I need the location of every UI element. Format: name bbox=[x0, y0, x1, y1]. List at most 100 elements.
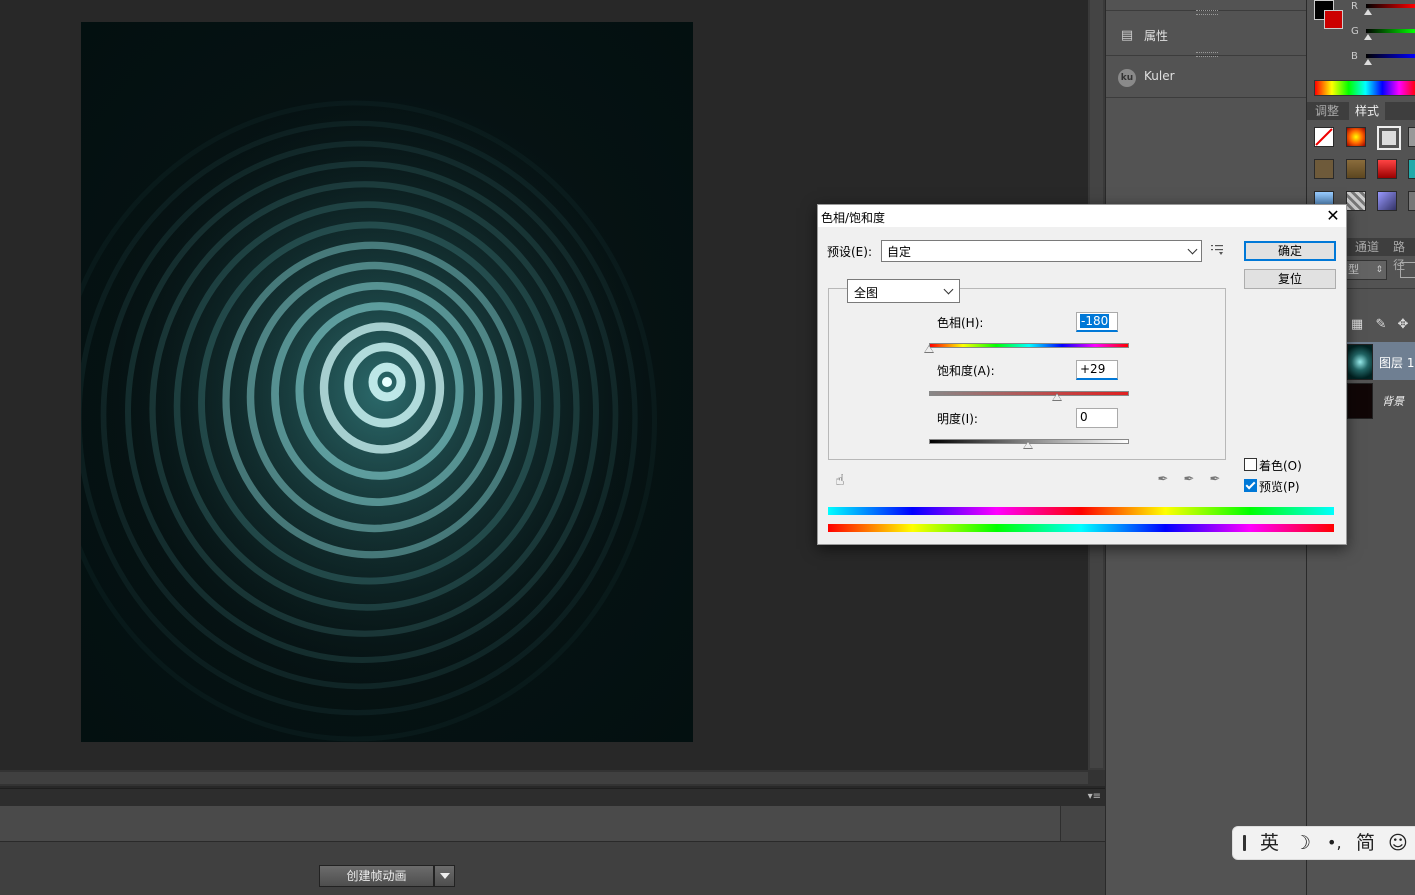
layer-kind-text: 型 bbox=[1348, 263, 1359, 276]
properties-label: 属性 bbox=[1144, 29, 1169, 43]
ime-toolbar: 英 ☽ •, 简 ☺ bbox=[1232, 826, 1415, 860]
style-swatch[interactable] bbox=[1408, 127, 1415, 147]
document-canvas[interactable] bbox=[81, 22, 693, 742]
timeline-track-end bbox=[1061, 806, 1105, 842]
style-swatch[interactable] bbox=[1377, 191, 1397, 211]
colorize-label: 着色(O) bbox=[1259, 459, 1302, 473]
red-channel-label: R bbox=[1351, 1, 1358, 12]
red-channel-slider[interactable] bbox=[1366, 4, 1415, 8]
blue-slider-thumb[interactable] bbox=[1364, 59, 1372, 65]
green-channel-slider[interactable] bbox=[1366, 29, 1415, 33]
red-slider-thumb[interactable] bbox=[1364, 9, 1372, 15]
dialog-title: 色相/饱和度 bbox=[821, 211, 886, 225]
ripple-artwork bbox=[81, 62, 681, 742]
filter-image-icon[interactable] bbox=[1400, 262, 1415, 278]
horizontal-scrollbar[interactable] bbox=[0, 770, 1105, 786]
style-swatch[interactable] bbox=[1346, 127, 1366, 147]
tab-styles[interactable]: 样式 bbox=[1349, 102, 1386, 120]
layer-name: 背景 bbox=[1382, 395, 1404, 408]
layer-lock-tools: ▦ ✎ ✥ bbox=[1345, 316, 1415, 336]
green-slider-thumb[interactable] bbox=[1364, 34, 1372, 40]
saturation-slider-thumb[interactable] bbox=[1052, 393, 1062, 401]
ime-drag-handle[interactable] bbox=[1243, 835, 1246, 851]
eyedropper-plus-icon[interactable]: ✒ bbox=[1181, 472, 1197, 488]
create-animation-dropdown-button[interactable] bbox=[434, 865, 455, 887]
kuler-icon: ku bbox=[1118, 69, 1136, 87]
layer-row[interactable]: 背景 bbox=[1345, 381, 1415, 419]
lightness-slider-thumb[interactable] bbox=[1023, 441, 1033, 449]
eyedropper-minus-icon[interactable]: ✒ bbox=[1207, 472, 1223, 488]
lightness-label: 明度(I): bbox=[937, 412, 978, 426]
kuler-panel-button[interactable]: ku Kuler bbox=[1106, 52, 1306, 98]
moon-icon[interactable]: ☽ bbox=[1294, 831, 1311, 855]
eyedropper-icon[interactable]: ✒ bbox=[1155, 472, 1171, 488]
panel-grip[interactable] bbox=[1196, 52, 1218, 57]
saturation-value: +29 bbox=[1080, 362, 1106, 376]
kuler-label: Kuler bbox=[1144, 69, 1175, 83]
style-none-swatch[interactable] bbox=[1314, 127, 1334, 147]
divider bbox=[1345, 288, 1415, 289]
ok-button[interactable]: 确定 bbox=[1244, 241, 1336, 261]
preview-checkbox[interactable] bbox=[1244, 479, 1257, 492]
saturation-slider-track[interactable] bbox=[929, 391, 1129, 396]
lock-move-icon[interactable]: ✥ bbox=[1394, 316, 1412, 334]
ime-language-toggle[interactable]: 英 bbox=[1260, 831, 1279, 855]
style-swatch[interactable] bbox=[1346, 191, 1366, 211]
properties-panel-button[interactable]: ▤ 属性 bbox=[1106, 10, 1306, 56]
dialog-titlebar[interactable]: 色相/饱和度 ✕ bbox=[818, 205, 1346, 227]
edit-range-value: 全图 bbox=[854, 286, 879, 300]
stepper-icon: ⇕ bbox=[1375, 265, 1383, 275]
timeline-header: ▾≡ bbox=[0, 788, 1105, 807]
style-swatch[interactable] bbox=[1346, 159, 1366, 179]
blue-channel-slider[interactable] bbox=[1366, 54, 1415, 58]
adjusted-color-ramp bbox=[828, 507, 1334, 515]
preset-value: 自定 bbox=[887, 245, 912, 259]
create-frame-animation-button[interactable]: 创建帧动画 bbox=[319, 865, 434, 887]
styles-panel-tabs: 调整 样式 bbox=[1307, 102, 1415, 120]
close-icon[interactable]: ✕ bbox=[1323, 206, 1343, 226]
tab-adjustments[interactable]: 调整 bbox=[1309, 102, 1345, 120]
style-swatch[interactable] bbox=[1408, 159, 1415, 179]
style-swatch[interactable] bbox=[1377, 159, 1397, 179]
edit-range-select[interactable]: 全图 bbox=[847, 279, 960, 303]
preset-select[interactable]: 自定 bbox=[881, 240, 1202, 262]
saturation-label: 饱和度(A): bbox=[937, 364, 995, 378]
hue-input[interactable]: -180 bbox=[1076, 312, 1118, 332]
saturation-input[interactable]: +29 bbox=[1076, 360, 1118, 380]
layer-thumbnail bbox=[1347, 344, 1373, 380]
layer-thumbnail bbox=[1347, 383, 1373, 419]
colorize-checkbox[interactable] bbox=[1244, 458, 1257, 471]
layer-row-selected[interactable]: 图层 1 bbox=[1345, 342, 1415, 380]
hue-slider-track[interactable] bbox=[929, 343, 1129, 348]
tab-paths[interactable]: 路径 bbox=[1387, 238, 1415, 272]
lock-transparency-icon[interactable]: ▦ bbox=[1348, 316, 1366, 334]
reset-button[interactable]: 复位 bbox=[1244, 269, 1336, 289]
layer-name: 图层 1 bbox=[1379, 356, 1415, 370]
emoji-icon[interactable]: ☺ bbox=[1388, 831, 1408, 855]
hue-label: 色相(H): bbox=[937, 316, 984, 330]
hue-slider-thumb[interactable] bbox=[924, 345, 934, 353]
style-swatch-selected[interactable] bbox=[1377, 126, 1401, 150]
lightness-input[interactable]: 0 bbox=[1076, 408, 1118, 428]
targeted-adjustment-hand-icon[interactable]: ☝ bbox=[832, 472, 848, 488]
lock-paint-icon[interactable]: ✎ bbox=[1372, 316, 1390, 334]
chevron-down-icon bbox=[943, 284, 954, 295]
properties-icon: ▤ bbox=[1120, 28, 1134, 43]
preview-label: 预览(P) bbox=[1259, 480, 1300, 494]
tab-channels[interactable]: 通道 bbox=[1349, 238, 1385, 256]
layers-panel-tabs: 通道 路径 bbox=[1345, 238, 1415, 272]
panel-menu-icon[interactable]: ▾≡ bbox=[1088, 791, 1101, 802]
hue-saturation-dialog: 色相/饱和度 ✕ 预设(E): 自定 确定 复位 全图 色相(H): -180 … bbox=[817, 204, 1347, 545]
panel-grip[interactable] bbox=[1196, 10, 1218, 15]
background-color-swatch[interactable] bbox=[1324, 10, 1343, 29]
punctuation-icon[interactable]: •, bbox=[1327, 831, 1342, 855]
style-swatch[interactable] bbox=[1408, 191, 1415, 211]
blue-channel-label: B bbox=[1351, 51, 1358, 62]
layer-kind-filter[interactable]: 型 ⇕ bbox=[1345, 260, 1387, 280]
ime-simplified-toggle[interactable]: 简 bbox=[1356, 831, 1375, 855]
green-channel-label: G bbox=[1351, 26, 1359, 37]
preset-options-icon[interactable] bbox=[1211, 242, 1225, 256]
style-swatch[interactable] bbox=[1314, 159, 1334, 179]
color-spectrum-ramp[interactable] bbox=[1314, 80, 1415, 96]
lightness-value: 0 bbox=[1080, 410, 1088, 424]
